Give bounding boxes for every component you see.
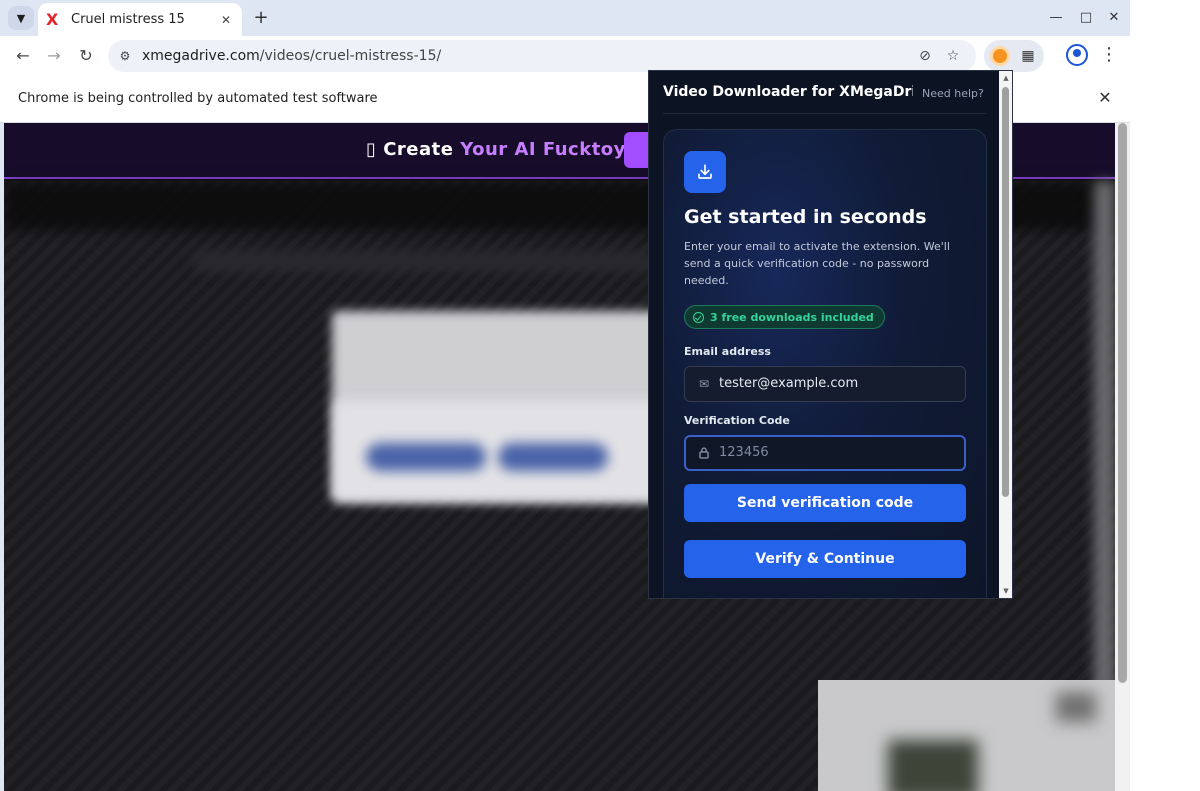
tab-strip: ▼ X Cruel mistress 15 ✕ + — □ ✕ bbox=[0, 0, 1130, 36]
email-value: tester@example.com bbox=[719, 376, 859, 391]
lock-icon bbox=[697, 446, 711, 460]
code-label: Verification Code bbox=[684, 414, 790, 427]
mini-player[interactable] bbox=[818, 680, 1115, 791]
email-label: Email address bbox=[684, 345, 771, 358]
extension-popup: Video Downloader for XMegaDri... Need he… bbox=[648, 70, 1013, 599]
help-link[interactable]: Need help? bbox=[922, 87, 984, 100]
close-icon[interactable]: ✕ bbox=[1096, 89, 1114, 107]
browser-tab[interactable]: X Cruel mistress 15 ✕ bbox=[38, 3, 242, 36]
verification-code-field[interactable]: 123456 bbox=[684, 435, 966, 471]
scroll-down-icon[interactable]: ▼ bbox=[1001, 586, 1011, 596]
page-scrollbar-thumb[interactable] bbox=[1118, 123, 1127, 683]
tab-list-icon[interactable]: ▼ bbox=[8, 6, 34, 30]
infobar-text: Chrome is being controlled by automated … bbox=[18, 91, 378, 106]
code-placeholder: 123456 bbox=[719, 445, 769, 460]
url-domain: xmegadrive.com bbox=[142, 48, 260, 64]
blurred-button bbox=[498, 443, 608, 471]
blurred-button bbox=[366, 443, 486, 471]
popup-header: Video Downloader for XMegaDri... Need he… bbox=[649, 71, 999, 114]
reload-icon[interactable]: ↻ bbox=[74, 44, 98, 68]
back-icon[interactable]: ← bbox=[11, 44, 35, 68]
close-icon[interactable]: ✕ bbox=[218, 12, 234, 28]
tab-title: Cruel mistress 15 bbox=[71, 12, 185, 27]
badge-text: 3 free downloads included bbox=[710, 310, 874, 324]
minimize-icon[interactable]: — bbox=[1046, 8, 1066, 28]
extension-icon[interactable] bbox=[990, 46, 1010, 66]
divider bbox=[663, 113, 986, 114]
star-icon[interactable]: ☆ bbox=[944, 47, 962, 65]
url-path: /videos/cruel-mistress-15/ bbox=[259, 48, 442, 64]
tab-favicon: X bbox=[46, 9, 59, 29]
verify-continue-button[interactable]: Verify & Continue bbox=[684, 540, 966, 578]
signup-card: Get started in seconds Enter your email … bbox=[663, 129, 987, 598]
promo-text[interactable]: ▯ Create Your AI Fucktoy bbox=[366, 139, 626, 160]
mail-icon: ✉ bbox=[698, 377, 710, 391]
popup-scrollbar[interactable]: ▲ ▼ bbox=[999, 71, 1012, 598]
card-description: Enter your email to activate the extensi… bbox=[684, 240, 950, 287]
send-code-button[interactable]: Send verification code bbox=[684, 484, 966, 522]
desktop-background bbox=[1130, 0, 1200, 791]
profile-icon[interactable] bbox=[1066, 44, 1088, 66]
check-circle-icon bbox=[693, 311, 704, 323]
popup-title: Video Downloader for XMegaDri... bbox=[663, 84, 913, 100]
email-field[interactable]: ✉ tester@example.com bbox=[684, 366, 966, 402]
eye-off-icon[interactable]: ⊘ bbox=[916, 47, 934, 65]
free-downloads-badge: 3 free downloads included bbox=[684, 305, 885, 329]
extensions-group: ▦ bbox=[984, 40, 1044, 72]
site-info-icon[interactable]: ⚙ bbox=[116, 47, 134, 65]
plus-icon[interactable]: + bbox=[250, 7, 272, 29]
promo-icon: ▯ bbox=[366, 139, 377, 160]
page-scrollbar[interactable] bbox=[1115, 123, 1130, 791]
puzzle-icon[interactable]: ▦ bbox=[1018, 46, 1038, 66]
promo-text-accent: Your AI Fucktoy bbox=[460, 139, 626, 160]
close-window-icon[interactable]: ✕ bbox=[1104, 8, 1124, 28]
promo-text-plain: Create bbox=[383, 139, 454, 160]
forward-icon[interactable]: → bbox=[42, 44, 66, 68]
card-heading: Get started in seconds bbox=[684, 206, 927, 228]
url-text[interactable]: xmegadrive.com/videos/cruel-mistress-15/ bbox=[142, 48, 441, 64]
download-icon bbox=[684, 151, 726, 193]
maximize-icon[interactable]: □ bbox=[1076, 8, 1096, 28]
address-bar[interactable]: ⚙ xmegadrive.com/videos/cruel-mistress-1… bbox=[108, 40, 976, 72]
menu-icon[interactable]: ⋮ bbox=[1100, 44, 1118, 68]
popup-scrollbar-thumb[interactable] bbox=[1002, 87, 1009, 497]
scroll-up-icon[interactable]: ▲ bbox=[1001, 73, 1011, 83]
